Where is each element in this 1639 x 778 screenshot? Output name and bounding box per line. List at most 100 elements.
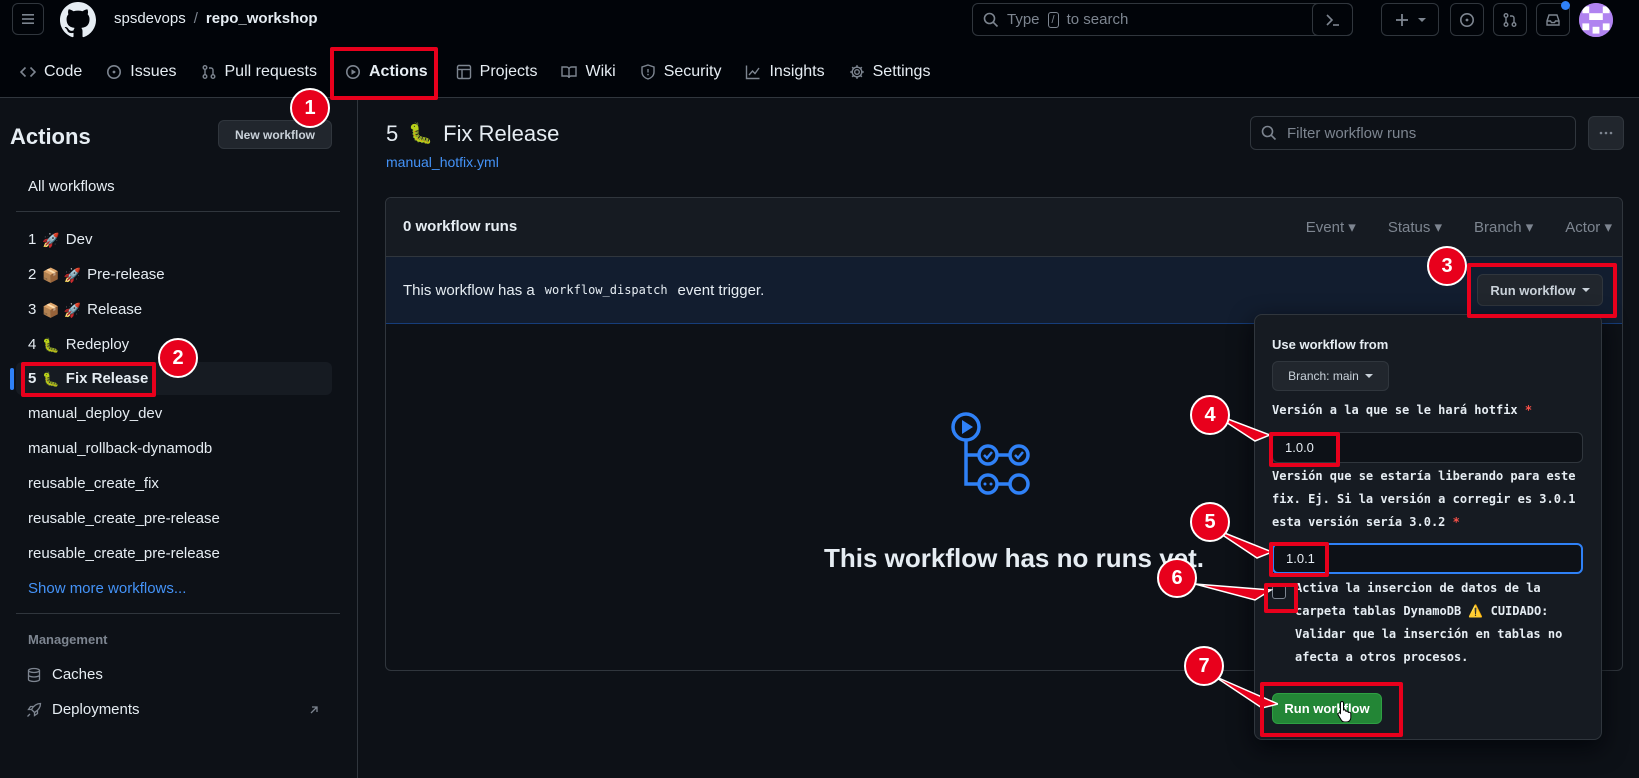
filter-status[interactable]: Status ▾ xyxy=(1388,218,1442,236)
workflow-name: manual_deploy_dev xyxy=(28,405,163,422)
command-palette-button[interactable] xyxy=(1312,3,1353,36)
pull-requests-button[interactable] xyxy=(1493,3,1527,36)
hotfix-version-label: Versión a la que se le hará hotfix * xyxy=(1272,403,1533,417)
tab-wiki[interactable]: Wiki xyxy=(549,52,627,92)
inbox-icon xyxy=(1546,13,1560,26)
rocket-icon: 🚀 xyxy=(42,231,60,248)
more-options-button[interactable] xyxy=(1588,116,1624,150)
workflow-name: reusable_create_pre-release xyxy=(28,510,220,527)
workflow-file-link[interactable]: manual_hotfix.yml xyxy=(386,154,499,170)
step-badge: 6 xyxy=(1157,558,1197,598)
dispatch-code: workflow_dispatch xyxy=(544,283,668,297)
branch-select[interactable]: Branch: main xyxy=(1272,361,1389,391)
search-shortcut-key: / xyxy=(1047,11,1059,28)
github-logo-icon[interactable] xyxy=(60,2,96,38)
sidebar-item-workflow[interactable]: 2 📦 🚀 Pre-release xyxy=(16,258,332,291)
package-rocket-icon: 📦 🚀 xyxy=(42,266,82,283)
divider xyxy=(16,211,340,212)
dynamodb-insert-label: Activa la insercion de datos de la carpe… xyxy=(1295,581,1563,664)
notification-dot xyxy=(1561,1,1570,10)
workflow-name: reusable_create_pre-release xyxy=(28,545,220,562)
sidebar-item-workflow[interactable]: 1 🚀 Dev xyxy=(16,223,332,256)
tab-label: Projects xyxy=(479,63,538,80)
bug-icon: 🐛 xyxy=(408,123,434,145)
management-heading: Management xyxy=(28,632,108,647)
empty-state-title: This workflow has no runs yet. xyxy=(824,543,1204,573)
search-placeholder-post: to search xyxy=(1066,11,1129,28)
tab-settings[interactable]: Settings xyxy=(837,52,943,92)
sidebar-item-all-workflows[interactable]: All workflows xyxy=(16,170,332,203)
warning-icon: ⚠️ xyxy=(1468,604,1484,618)
page-title: 5 🐛 Fix Release xyxy=(386,121,559,147)
workflow-name: Release xyxy=(87,301,143,318)
search-input[interactable]: Type / to search xyxy=(972,3,1353,36)
breadcrumb: spsdevops / repo_workshop xyxy=(114,10,318,27)
workflow-title: Fix Release xyxy=(443,121,560,146)
filter-workflow-runs-input[interactable]: Filter workflow runs xyxy=(1250,116,1576,150)
graph-icon xyxy=(746,65,761,80)
sidebar-item-workflow[interactable]: reusable_create_pre-release xyxy=(16,537,332,570)
owner-link[interactable]: spsdevops xyxy=(114,10,186,27)
highlight-box xyxy=(1260,682,1403,737)
highlight-box xyxy=(1264,583,1298,613)
dispatch-text: This workflow has a workflow_dispatch ev… xyxy=(403,281,765,299)
sidebar-item-label: Deployments xyxy=(52,701,140,718)
tab-pull-requests[interactable]: Pull requests xyxy=(189,52,330,92)
terminal-icon xyxy=(1325,13,1339,26)
create-new-button[interactable] xyxy=(1381,3,1439,36)
step-badge: 4 xyxy=(1190,395,1230,435)
tab-insights[interactable]: Insights xyxy=(733,52,836,92)
sidebar-item-workflow[interactable]: 3 📦 🚀 Release xyxy=(16,293,332,326)
search-icon xyxy=(1261,125,1277,141)
highlight-box xyxy=(1269,432,1340,467)
sidebar-item-workflow[interactable]: reusable_create_pre-release xyxy=(16,502,332,535)
external-arrow-icon xyxy=(310,705,318,713)
plus-icon xyxy=(1396,13,1408,26)
tab-code[interactable]: Code xyxy=(0,52,94,92)
caret-down-icon xyxy=(1418,17,1426,22)
rocket-icon xyxy=(27,702,42,717)
sidebar-item-deployments[interactable]: Deployments xyxy=(16,693,332,726)
sidebar-item-caches[interactable]: Caches xyxy=(16,658,332,691)
sidebar-title: Actions xyxy=(10,124,91,149)
tab-label: Pull requests xyxy=(224,63,318,80)
book-icon xyxy=(561,66,578,79)
bug-icon: 🐛 xyxy=(42,336,60,353)
step-badge: 7 xyxy=(1184,646,1224,686)
sidebar-item-workflow[interactable]: manual_deploy_dev xyxy=(16,397,332,430)
step-badge: 3 xyxy=(1427,246,1467,286)
hand-cursor-icon xyxy=(1337,700,1352,722)
database-icon xyxy=(27,667,41,682)
tab-projects[interactable]: Projects xyxy=(444,52,550,92)
step-badge: 1 xyxy=(290,88,330,128)
tab-issues[interactable]: Issues xyxy=(94,52,188,92)
annotation-arrow xyxy=(1194,583,1273,601)
filter-event[interactable]: Event ▾ xyxy=(1306,218,1356,236)
tab-label: Insights xyxy=(769,63,825,80)
run-workflow-panel: Use workflow from Branch: main Versión a… xyxy=(1254,314,1602,740)
package-rocket-icon: 📦 🚀 xyxy=(42,301,82,318)
filter-actor[interactable]: Actor ▾ xyxy=(1565,218,1612,236)
workflow-name: manual_rollback-dynamodb xyxy=(28,440,213,457)
filter-placeholder: Filter workflow runs xyxy=(1287,124,1417,142)
issue-icon xyxy=(1460,12,1474,27)
menu-icon[interactable] xyxy=(12,3,44,35)
filter-branch[interactable]: Branch ▾ xyxy=(1474,218,1533,236)
workflow-name: Dev xyxy=(65,231,93,248)
tab-label: Wiki xyxy=(585,63,616,80)
sidebar-item-label: Caches xyxy=(52,666,103,683)
workflow-graph-icon xyxy=(951,412,1030,495)
sidebar-item-workflow[interactable]: manual_rollback-dynamodb xyxy=(16,432,332,465)
issues-button[interactable] xyxy=(1450,3,1484,36)
workflow-number: 2 xyxy=(28,266,37,283)
tab-security[interactable]: Security xyxy=(628,52,734,92)
avatar[interactable] xyxy=(1579,3,1613,37)
sidebar-item-workflow[interactable]: reusable_create_fix xyxy=(16,467,332,500)
shield-icon xyxy=(640,64,655,80)
repo-tabs: Code Issues Pull requests Actions Projec… xyxy=(0,52,942,92)
show-more-workflows-link[interactable]: Show more workflows... xyxy=(28,580,186,597)
tab-label: Code xyxy=(44,63,83,80)
repo-link[interactable]: repo_workshop xyxy=(206,10,318,27)
search-placeholder-pre: Type xyxy=(1007,11,1040,28)
workflow-number: 1 xyxy=(28,231,37,248)
